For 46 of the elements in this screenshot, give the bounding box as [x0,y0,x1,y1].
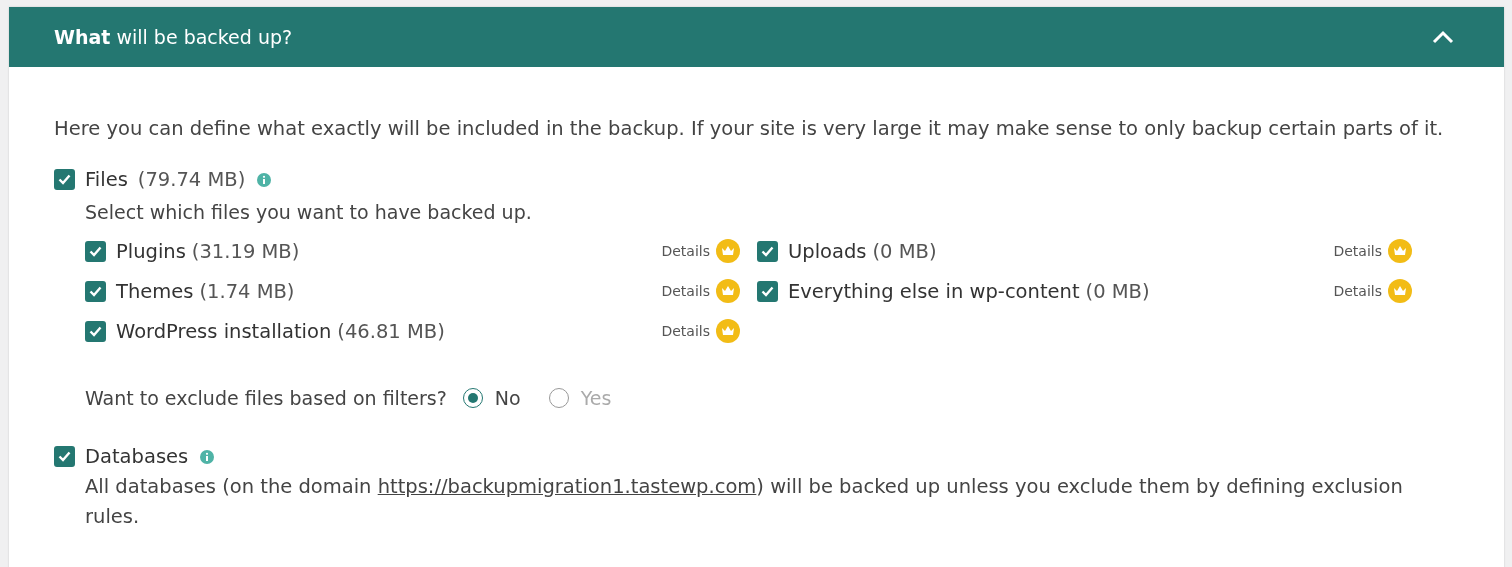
details-link[interactable]: Details [1333,279,1412,303]
size-text: (79.74 MB) [137,168,246,191]
item-label: Themes [116,279,194,303]
crown-icon [1388,239,1412,263]
checkmark-icon [89,325,102,337]
item-label: WordPress installation [116,319,332,343]
checkbox[interactable] [85,240,106,262]
item-label: Everything else in wp-content [788,279,1080,303]
checkbox[interactable] [54,446,75,467]
size-text: (0 MB) [872,239,937,263]
item-label: Uploads [788,239,867,263]
checkbox[interactable] [85,320,106,342]
crown-icon [1388,279,1412,303]
item-label: Plugins [116,239,186,263]
checkbox[interactable] [757,240,778,262]
section-label: Files [85,168,128,191]
domain-link[interactable]: https://backupmigration1.tastewp.com [377,475,757,498]
checkmark-icon [58,451,71,462]
checkbox[interactable] [54,169,75,190]
database-description: All databases (on the domain https://backupmigration1.tastewp.com) will be backed up unless you exclude them by defining exclusion rules. [85,474,1404,530]
hint-text: Select which files you want to have backed up. [85,201,533,223]
checkmark-icon [89,245,102,257]
checkmark-icon [761,245,774,257]
crown-icon [716,319,740,343]
checkmark-icon [58,174,71,185]
details-link[interactable]: Details [1333,239,1412,263]
chevron-icon[interactable] [1432,30,1454,44]
checkmark-icon [761,285,774,297]
crown-icon [716,279,740,303]
details-link[interactable]: Details [661,319,740,343]
radio-option[interactable]: No [458,387,533,409]
crown-icon [716,239,740,263]
details-link[interactable]: Details [661,239,740,263]
filter-question: Want to exclude files based on filters? [85,387,447,409]
section-label: Databases [85,445,189,468]
details-link[interactable]: Details [661,279,740,303]
checkbox[interactable] [85,280,106,302]
size-text: (31.19 MB) [191,239,300,263]
size-text: (0 MB) [1085,279,1150,303]
intro-text: Here you can define what exactly will be included in the backup. If your site is very large it may make sense to only backup certain parts of it. [54,117,1445,140]
panel-title: What will be backed up? [54,26,293,48]
size-text: (1.74 MB) [199,279,295,303]
size-text: (46.81 MB) [337,319,445,343]
checkmark-icon [89,285,102,297]
checkbox[interactable] [757,280,778,302]
panel-header[interactable]: What will be backed up? [9,7,1504,67]
